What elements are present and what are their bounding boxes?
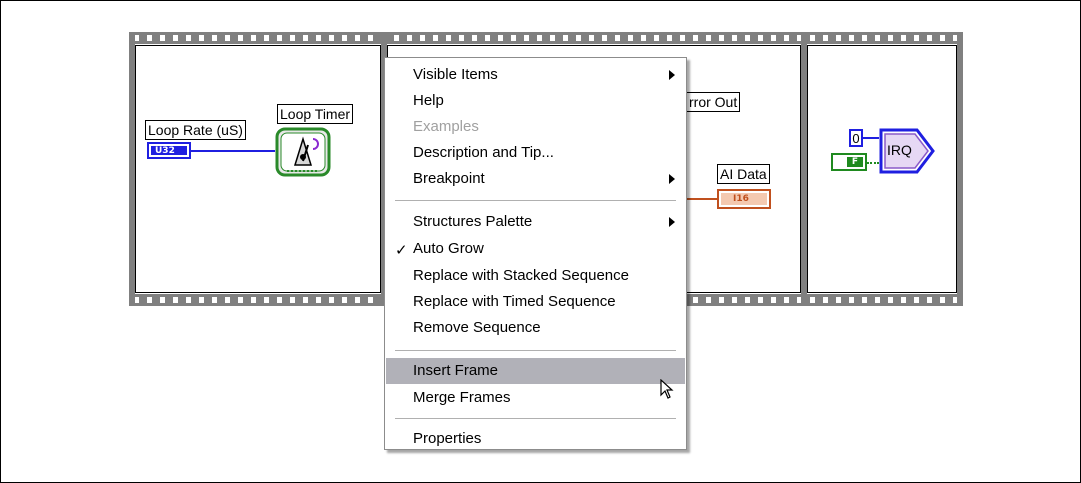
irq-boolean-constant[interactable]: F [831,153,867,171]
menu-item-insert-frame[interactable]: Insert Frame [386,358,685,384]
menu-item-merge-frames[interactable]: Merge Frames [386,385,685,411]
sequence-film-right [957,32,963,306]
menu-item-examples: Examples [386,114,685,140]
irq-boolean-value: F [847,157,863,167]
ai-data-indicator-terminal[interactable]: I16 [717,189,771,209]
mouse-cursor-icon [660,378,676,401]
figure-frame: Loop Rate (uS) U32 Loop Timer rror Out A… [0,0,1081,483]
submenu-arrow-icon [669,70,675,80]
loop-rate-control-terminal[interactable]: U32 [147,142,191,159]
menu-item-label: Properties [413,430,482,447]
menu-item-replace-with-stacked-sequence[interactable]: Replace with Stacked Sequence [386,263,685,289]
menu-item-visible-items[interactable]: Visible Items [386,62,685,88]
sequence-frame-1[interactable] [135,45,381,293]
menu-item-label: Replace with Stacked Sequence [413,267,629,284]
menu-item-label: Description and Tip... [413,144,554,161]
menu-item-label: Remove Sequence [413,319,541,336]
menu-item-breakpoint[interactable]: Breakpoint [386,166,685,192]
loop-timer-label: Loop Timer [277,104,354,124]
menu-item-replace-with-timed-sequence[interactable]: Replace with Timed Sequence [386,289,685,315]
loop-rate-terminal-type: U32 [151,146,187,156]
context-menu[interactable]: Visible Items Help Examples Description … [384,57,687,450]
menu-item-description-and-tip[interactable]: Description and Tip... [386,140,685,166]
menu-item-structures-palette[interactable]: Structures Palette [386,209,685,235]
submenu-arrow-icon [669,174,675,184]
menu-item-label: Breakpoint [413,170,485,187]
menu-item-label: Insert Frame [413,362,499,379]
ai-data-wire[interactable] [687,198,717,200]
menu-item-label: Merge Frames [413,389,511,406]
menu-item-label: Examples [413,118,479,135]
menu-item-label: Auto Grow [413,240,484,257]
irq-label: IRQ [887,142,912,158]
loop-rate-label: Loop Rate (uS) [145,120,246,140]
ai-data-label: AI Data [717,164,770,184]
loop-timer-icon[interactable] [275,127,331,179]
menu-item-label: Help [413,92,444,109]
menu-separator [395,200,676,202]
loop-rate-wire[interactable] [191,150,275,152]
menu-separator [395,418,676,420]
sequence-film-top [129,32,962,44]
menu-item-label: Visible Items [413,66,498,83]
error-out-label: rror Out [687,92,741,112]
irq-number-constant[interactable]: 0 [849,129,863,147]
menu-item-help[interactable]: Help [386,88,685,114]
menu-item-properties[interactable]: Properties [386,426,685,452]
irq-icon[interactable]: IRQ [877,126,937,176]
menu-item-label: Replace with Timed Sequence [413,293,616,310]
checkmark-icon: ✓ [395,241,408,259]
ai-data-terminal-type: I16 [721,193,767,205]
submenu-arrow-icon [669,217,675,227]
menu-item-label: Structures Palette [413,213,533,230]
menu-separator [395,350,676,352]
menu-item-remove-sequence[interactable]: Remove Sequence [386,315,685,341]
menu-item-auto-grow[interactable]: ✓ Auto Grow [386,236,685,262]
